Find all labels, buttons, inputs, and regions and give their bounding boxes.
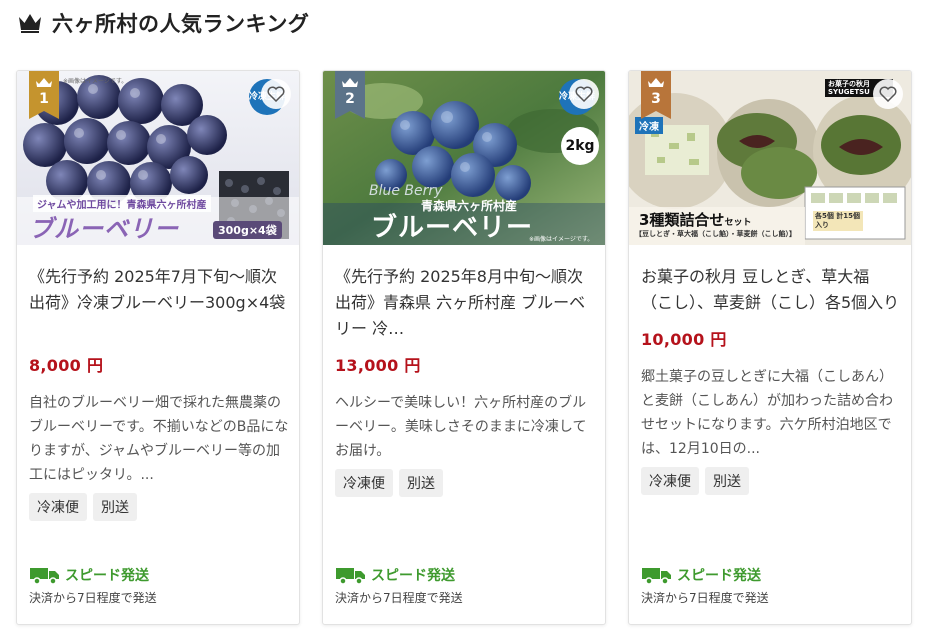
tag-list: 冷凍便 別送 xyxy=(335,469,595,497)
product-price: 10,000 円 xyxy=(641,330,727,349)
favorite-button[interactable] xyxy=(261,79,291,109)
tag-list: 冷凍便 別送 xyxy=(641,467,901,495)
crown-icon xyxy=(19,14,41,33)
tag-frozen: 冷凍便 xyxy=(641,467,699,495)
heart-icon xyxy=(575,86,593,102)
image-count: 各5個 計15個入り xyxy=(813,211,863,231)
page-title: 六ヶ所村の人気ランキング xyxy=(52,12,310,36)
image-title: ブルーベリー xyxy=(371,213,534,243)
favorite-button[interactable] xyxy=(873,79,903,109)
image-title: 3種類詰合せセット xyxy=(639,211,752,229)
favorite-button[interactable] xyxy=(569,79,599,109)
product-title[interactable]: 《先行予約 2025年7月下旬～順次出荷》冷凍ブルーベリー300g×4袋 xyxy=(29,264,289,342)
product-image[interactable]: Blue Berry 青森県六ヶ所村産 ブルーベリー 2kg ※画像はイメージで… xyxy=(323,71,605,245)
shipping-info: スピード発送 決済から7日程度で発送 xyxy=(335,565,463,606)
product-image[interactable]: ジャムや加工用に！青森県六ヶ所村産 ブルーベリー 300g×4袋 ※画像はイメー… xyxy=(17,71,299,245)
product-description: 自社のブルーベリー畑で採れた無農薬のブルーベリーです。不揃いなどのB品になります… xyxy=(29,395,289,483)
image-note: ※画像はイメージです。 xyxy=(529,236,594,243)
ranking-card-2[interactable]: Blue Berry 青森県六ヶ所村産 ブルーベリー 2kg ※画像はイメージで… xyxy=(322,70,606,625)
image-pack-size: 300g×4袋 xyxy=(213,221,282,239)
tag-separate: 別送 xyxy=(399,469,443,497)
heart-icon xyxy=(267,86,285,102)
image-title: ブルーベリー xyxy=(29,215,179,243)
truck-icon xyxy=(642,568,671,585)
shipping-label: スピード発送 xyxy=(65,568,149,584)
image-caption: 【豆しとぎ・草大福（こし餡）・草麦餅（こし餡）】 xyxy=(635,230,796,238)
ranking-card-1[interactable]: ジャムや加工用に！青森県六ヶ所村産 ブルーベリー 300g×4袋 ※画像はイメー… xyxy=(16,70,300,625)
tag-list: 冷凍便 別送 xyxy=(29,493,289,521)
product-title[interactable]: 《先行予約 2025年8月中旬～順次出荷》青森県 六ヶ所村産 ブルーベリー 冷… xyxy=(335,264,595,342)
rank-number: 2 xyxy=(345,91,355,107)
image-weight-badge: 2kg xyxy=(561,127,599,165)
shipping-info: スピード発送 決済から7日程度で発送 xyxy=(641,565,769,606)
product-description: 郷土菓子の豆しとぎに大福（こしあん）と麦餅（こしあん）が加わった詰め合わせセット… xyxy=(641,369,893,457)
heart-icon xyxy=(879,86,897,102)
rank-number: 1 xyxy=(39,91,49,107)
ranking-card-3[interactable]: お菓子の秋月 SYUGETSU 3種類詰合せセット 【豆しとぎ・草大福（こし餡）… xyxy=(628,70,912,625)
tag-separate: 別送 xyxy=(705,467,749,495)
truck-icon xyxy=(336,568,365,585)
product-price: 13,000 円 xyxy=(335,356,421,375)
frozen-badge: 冷凍 xyxy=(635,117,663,134)
shipping-info: スピード発送 決済から7日程度で発送 xyxy=(29,565,157,606)
ranking-header: 六ヶ所村の人気ランキング xyxy=(18,6,309,40)
image-note: ※画像はイメージです。 xyxy=(63,78,128,85)
tag-separate: 別送 xyxy=(93,493,137,521)
rank-badge: 2 xyxy=(335,71,365,119)
shipping-label: スピード発送 xyxy=(677,568,761,584)
rank-number: 3 xyxy=(651,91,661,107)
shipping-label: スピード発送 xyxy=(371,568,455,584)
product-price: 8,000 円 xyxy=(29,356,104,375)
rank-badge: 1 xyxy=(29,71,59,119)
product-image[interactable]: お菓子の秋月 SYUGETSU 3種類詰合せセット 【豆しとぎ・草大福（こし餡）… xyxy=(629,71,911,245)
tag-frozen: 冷凍便 xyxy=(335,469,393,497)
truck-icon xyxy=(30,568,59,585)
product-description: ヘルシーで美味しい！六ヶ所村産のブルーベリー。美味しさそのままに冷凍してお届け。 xyxy=(335,395,587,459)
shipping-note: 決済から7日程度で発送 xyxy=(335,591,463,605)
shipping-note: 決済から7日程度で発送 xyxy=(29,591,157,605)
rank-badge: 3 xyxy=(641,71,671,119)
product-title[interactable]: お菓子の秋月 豆しとぎ、草大福（こし）、草麦餅（こし）各5個入り xyxy=(641,264,901,316)
shipping-note: 決済から7日程度で発送 xyxy=(641,591,769,605)
tag-frozen: 冷凍便 xyxy=(29,493,87,521)
